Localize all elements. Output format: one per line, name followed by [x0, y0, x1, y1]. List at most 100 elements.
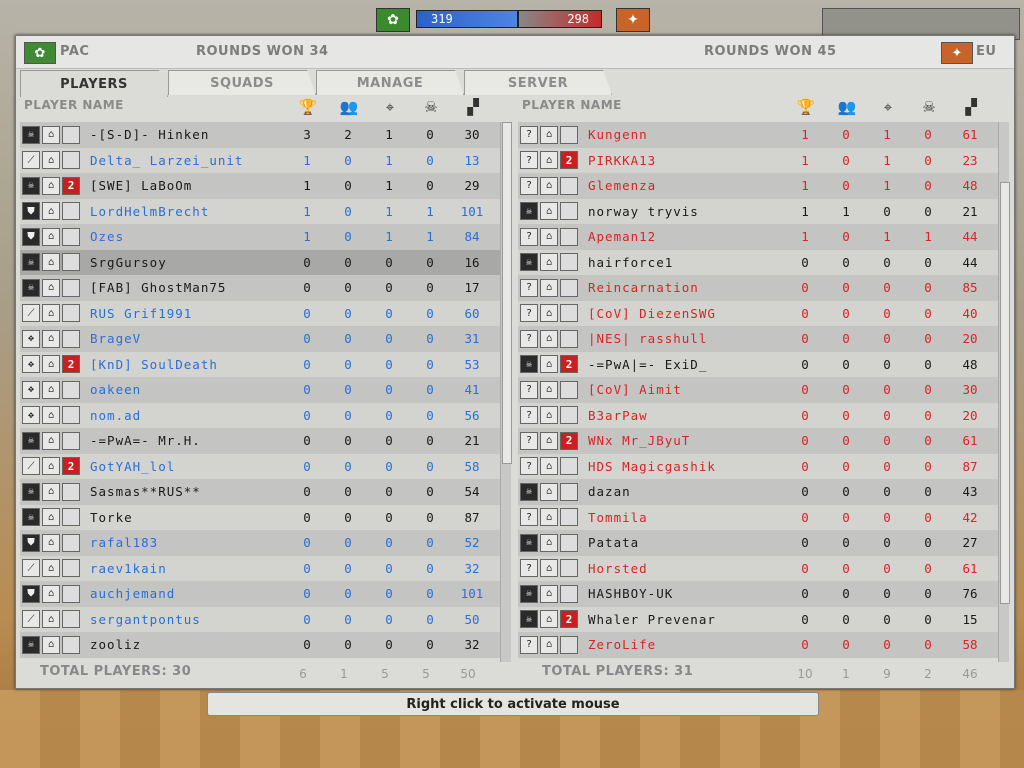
player-row[interactable]: ☠ ⌂ norway tryvis 1 1 0 0 21	[518, 198, 998, 224]
deaths-skull-icon[interactable]: ☠	[420, 98, 442, 116]
player-score: 0	[303, 407, 311, 423]
player-row[interactable]: ⛊ ⌂ rafal183 0 0 0 0 52	[20, 530, 500, 556]
player-kills: 0	[385, 586, 393, 602]
squad-icon: 2	[560, 151, 578, 170]
player-row[interactable]: ⛊ ⌂ auchjemand 0 0 0 0 101	[20, 581, 500, 607]
player-teamwork: 0	[842, 407, 850, 423]
player-kills: 0	[385, 407, 393, 423]
player-row[interactable]: ☠ ⌂ 2 [SWE] LaBoOm 1 0 1 0 29	[20, 173, 500, 199]
player-row[interactable]: ? ⌂ HDS Magicgashik 0 0 0 0 87	[518, 453, 998, 479]
deaths-skull-icon[interactable]: ☠	[918, 98, 940, 116]
tab-server[interactable]: SERVER	[464, 70, 612, 95]
player-row[interactable]: ⟋ ⌂ 2 GotYAH_lol 0 0 0 0 58	[20, 453, 500, 479]
player-row[interactable]: ? ⌂ Kungenn 1 0 1 0 61	[518, 122, 998, 148]
right-total-kills: 9	[883, 667, 891, 681]
player-row[interactable]: ☠ ⌂ HASHBOY-UK 0 0 0 0 76	[518, 581, 998, 607]
right-scrollbar[interactable]	[998, 122, 1010, 662]
player-row[interactable]: ☠ ⌂ SrgGursoy 0 0 0 0 16	[20, 249, 500, 275]
player-row[interactable]: ⟋ ⌂ raev1kain 0 0 0 0 32	[20, 555, 500, 581]
right-player-name-header[interactable]: PLAYER NAME	[522, 98, 622, 120]
player-row[interactable]: ? ⌂ [CoV] DiezenSWG 0 0 0 0 40	[518, 300, 998, 326]
player-row[interactable]: ? ⌂ [CoV] Aimit 0 0 0 0 30	[518, 377, 998, 403]
player-kills: 0	[883, 458, 891, 474]
left-scrollbar[interactable]	[500, 122, 512, 662]
kills-crosshair-icon[interactable]: ⌖	[379, 98, 401, 116]
unknown-kit-icon: ?	[520, 151, 538, 170]
player-deaths: 0	[426, 331, 434, 347]
tab-players[interactable]: PLAYERS	[20, 70, 168, 97]
player-row[interactable]: ⟋ ⌂ sergantpontus 0 0 0 0 50	[20, 606, 500, 632]
player-row[interactable]: ⛊ ⌂ Ozes 1 0 1 1 84	[20, 224, 500, 250]
player-row[interactable]: ? ⌂ Glemenza 1 0 1 0 48	[518, 173, 998, 199]
player-row[interactable]: ☠ ⌂ -[S-D]- Hinken 3 2 1 0 30	[20, 122, 500, 148]
score-trophy-icon[interactable]: 🏆	[297, 98, 319, 116]
player-row[interactable]: ☠ ⌂ hairforce1 0 0 0 0 44	[518, 249, 998, 275]
teamwork-people-icon[interactable]: 👥	[338, 98, 360, 116]
player-row[interactable]: ☠ ⌂ [FAB] GhostMan75 0 0 0 0 17	[20, 275, 500, 301]
player-ping: 48	[962, 178, 978, 194]
player-row[interactable]: ? ⌂ B3arPaw 0 0 0 0 20	[518, 402, 998, 428]
squad-icon	[560, 584, 578, 603]
player-row[interactable]: ☠ ⌂ dazan 0 0 0 0 43	[518, 479, 998, 505]
left-scroll-thumb[interactable]	[502, 122, 512, 464]
right-scroll-thumb[interactable]	[1000, 182, 1010, 604]
player-row[interactable]: ☠ ⌂ 2 -=PwA|=- ExiD_ 0 0 0 0 48	[518, 351, 998, 377]
player-ping: 40	[962, 305, 978, 321]
player-row[interactable]: ☠ ⌂ Sasmas**RUS** 0 0 0 0 54	[20, 479, 500, 505]
player-teamwork: 0	[344, 331, 352, 347]
player-row[interactable]: ✥ ⌂ BrageV 0 0 0 0 31	[20, 326, 500, 352]
player-row[interactable]: ☠ ⌂ Patata 0 0 0 0 27	[518, 530, 998, 556]
player-ping: 15	[962, 611, 978, 627]
player-row[interactable]: ✥ ⌂ oakeen 0 0 0 0 41	[20, 377, 500, 403]
player-row[interactable]: ⟋ ⌂ RUS Grif1991 0 0 0 0 60	[20, 300, 500, 326]
squad-icon	[560, 176, 578, 195]
player-row[interactable]: ☠ ⌂ Torke 0 0 0 0 87	[20, 504, 500, 530]
player-row[interactable]: ? ⌂ 2 WNx Mr_JByuT 0 0 0 0 61	[518, 428, 998, 454]
kills-crosshair-icon[interactable]: ⌖	[877, 98, 899, 116]
left-player-name-header[interactable]: PLAYER NAME	[24, 98, 124, 120]
squad-icon	[62, 151, 80, 170]
player-score: 0	[801, 560, 809, 576]
teamwork-people-icon[interactable]: 👥	[836, 98, 858, 116]
player-row[interactable]: ☠ ⌂ 2 Whaler Prevenar 0 0 0 0 15	[518, 606, 998, 632]
rank-icon: ⌂	[540, 635, 558, 654]
player-row[interactable]: ? ⌂ Tommila 0 0 0 0 42	[518, 504, 998, 530]
player-kills: 0	[883, 356, 891, 372]
player-row[interactable]: ? ⌂ 2 PIRKKA13 1 0 1 0 23	[518, 147, 998, 173]
player-deaths: 1	[426, 229, 434, 245]
player-kills: 1	[385, 229, 393, 245]
ping-icon[interactable]: ▞	[462, 98, 484, 116]
player-row[interactable]: ☠ ⌂ zooliz 0 0 0 0 32	[20, 632, 500, 658]
player-row[interactable]: ⟋ ⌂ Delta_ Larzei_unit 1 0 1 0 13	[20, 147, 500, 173]
player-deaths: 0	[924, 178, 932, 194]
rank-icon: ⌂	[42, 508, 60, 527]
squad-icon	[62, 584, 80, 603]
skull-icon: ☠	[520, 533, 538, 552]
player-row[interactable]: ✥ ⌂ nom.ad 0 0 0 0 56	[20, 402, 500, 428]
tab-squads[interactable]: SQUADS	[168, 70, 316, 95]
player-row[interactable]: ? ⌂ |NES| rasshull 0 0 0 0 20	[518, 326, 998, 352]
player-ping: 16	[464, 254, 480, 270]
score-trophy-icon[interactable]: 🏆	[795, 98, 817, 116]
player-teamwork: 0	[344, 178, 352, 194]
player-row[interactable]: ? ⌂ Apeman12 1 0 1 1 44	[518, 224, 998, 250]
rank-icon: ⌂	[540, 380, 558, 399]
rank-icon: ⌂	[540, 406, 558, 425]
player-row[interactable]: ☠ ⌂ -=PwA=- Mr.H. 0 0 0 0 21	[20, 428, 500, 454]
player-row[interactable]: ⛊ ⌂ LordHelmBrecht 1 0 1 1 101	[20, 198, 500, 224]
ping-icon[interactable]: ▞	[960, 98, 982, 116]
player-score: 1	[303, 203, 311, 219]
player-row[interactable]: ? ⌂ Reincarnation 0 0 0 0 85	[518, 275, 998, 301]
squad-icon	[62, 431, 80, 450]
player-row[interactable]: ✥ ⌂ 2 [KnD] SoulDeath 0 0 0 0 53	[20, 351, 500, 377]
player-teamwork: 0	[842, 229, 850, 245]
player-teamwork: 0	[842, 560, 850, 576]
player-teamwork: 0	[842, 331, 850, 347]
player-ping: 21	[464, 433, 480, 449]
left-rounds-won: ROUNDS WON 34	[196, 44, 329, 59]
player-row[interactable]: ? ⌂ Horsted 0 0 0 0 61	[518, 555, 998, 581]
tab-manage[interactable]: MANAGE	[316, 70, 464, 95]
squad-icon	[560, 508, 578, 527]
player-ping: 42	[962, 509, 978, 525]
player-row[interactable]: ? ⌂ ZeroLife 0 0 0 0 58	[518, 632, 998, 658]
